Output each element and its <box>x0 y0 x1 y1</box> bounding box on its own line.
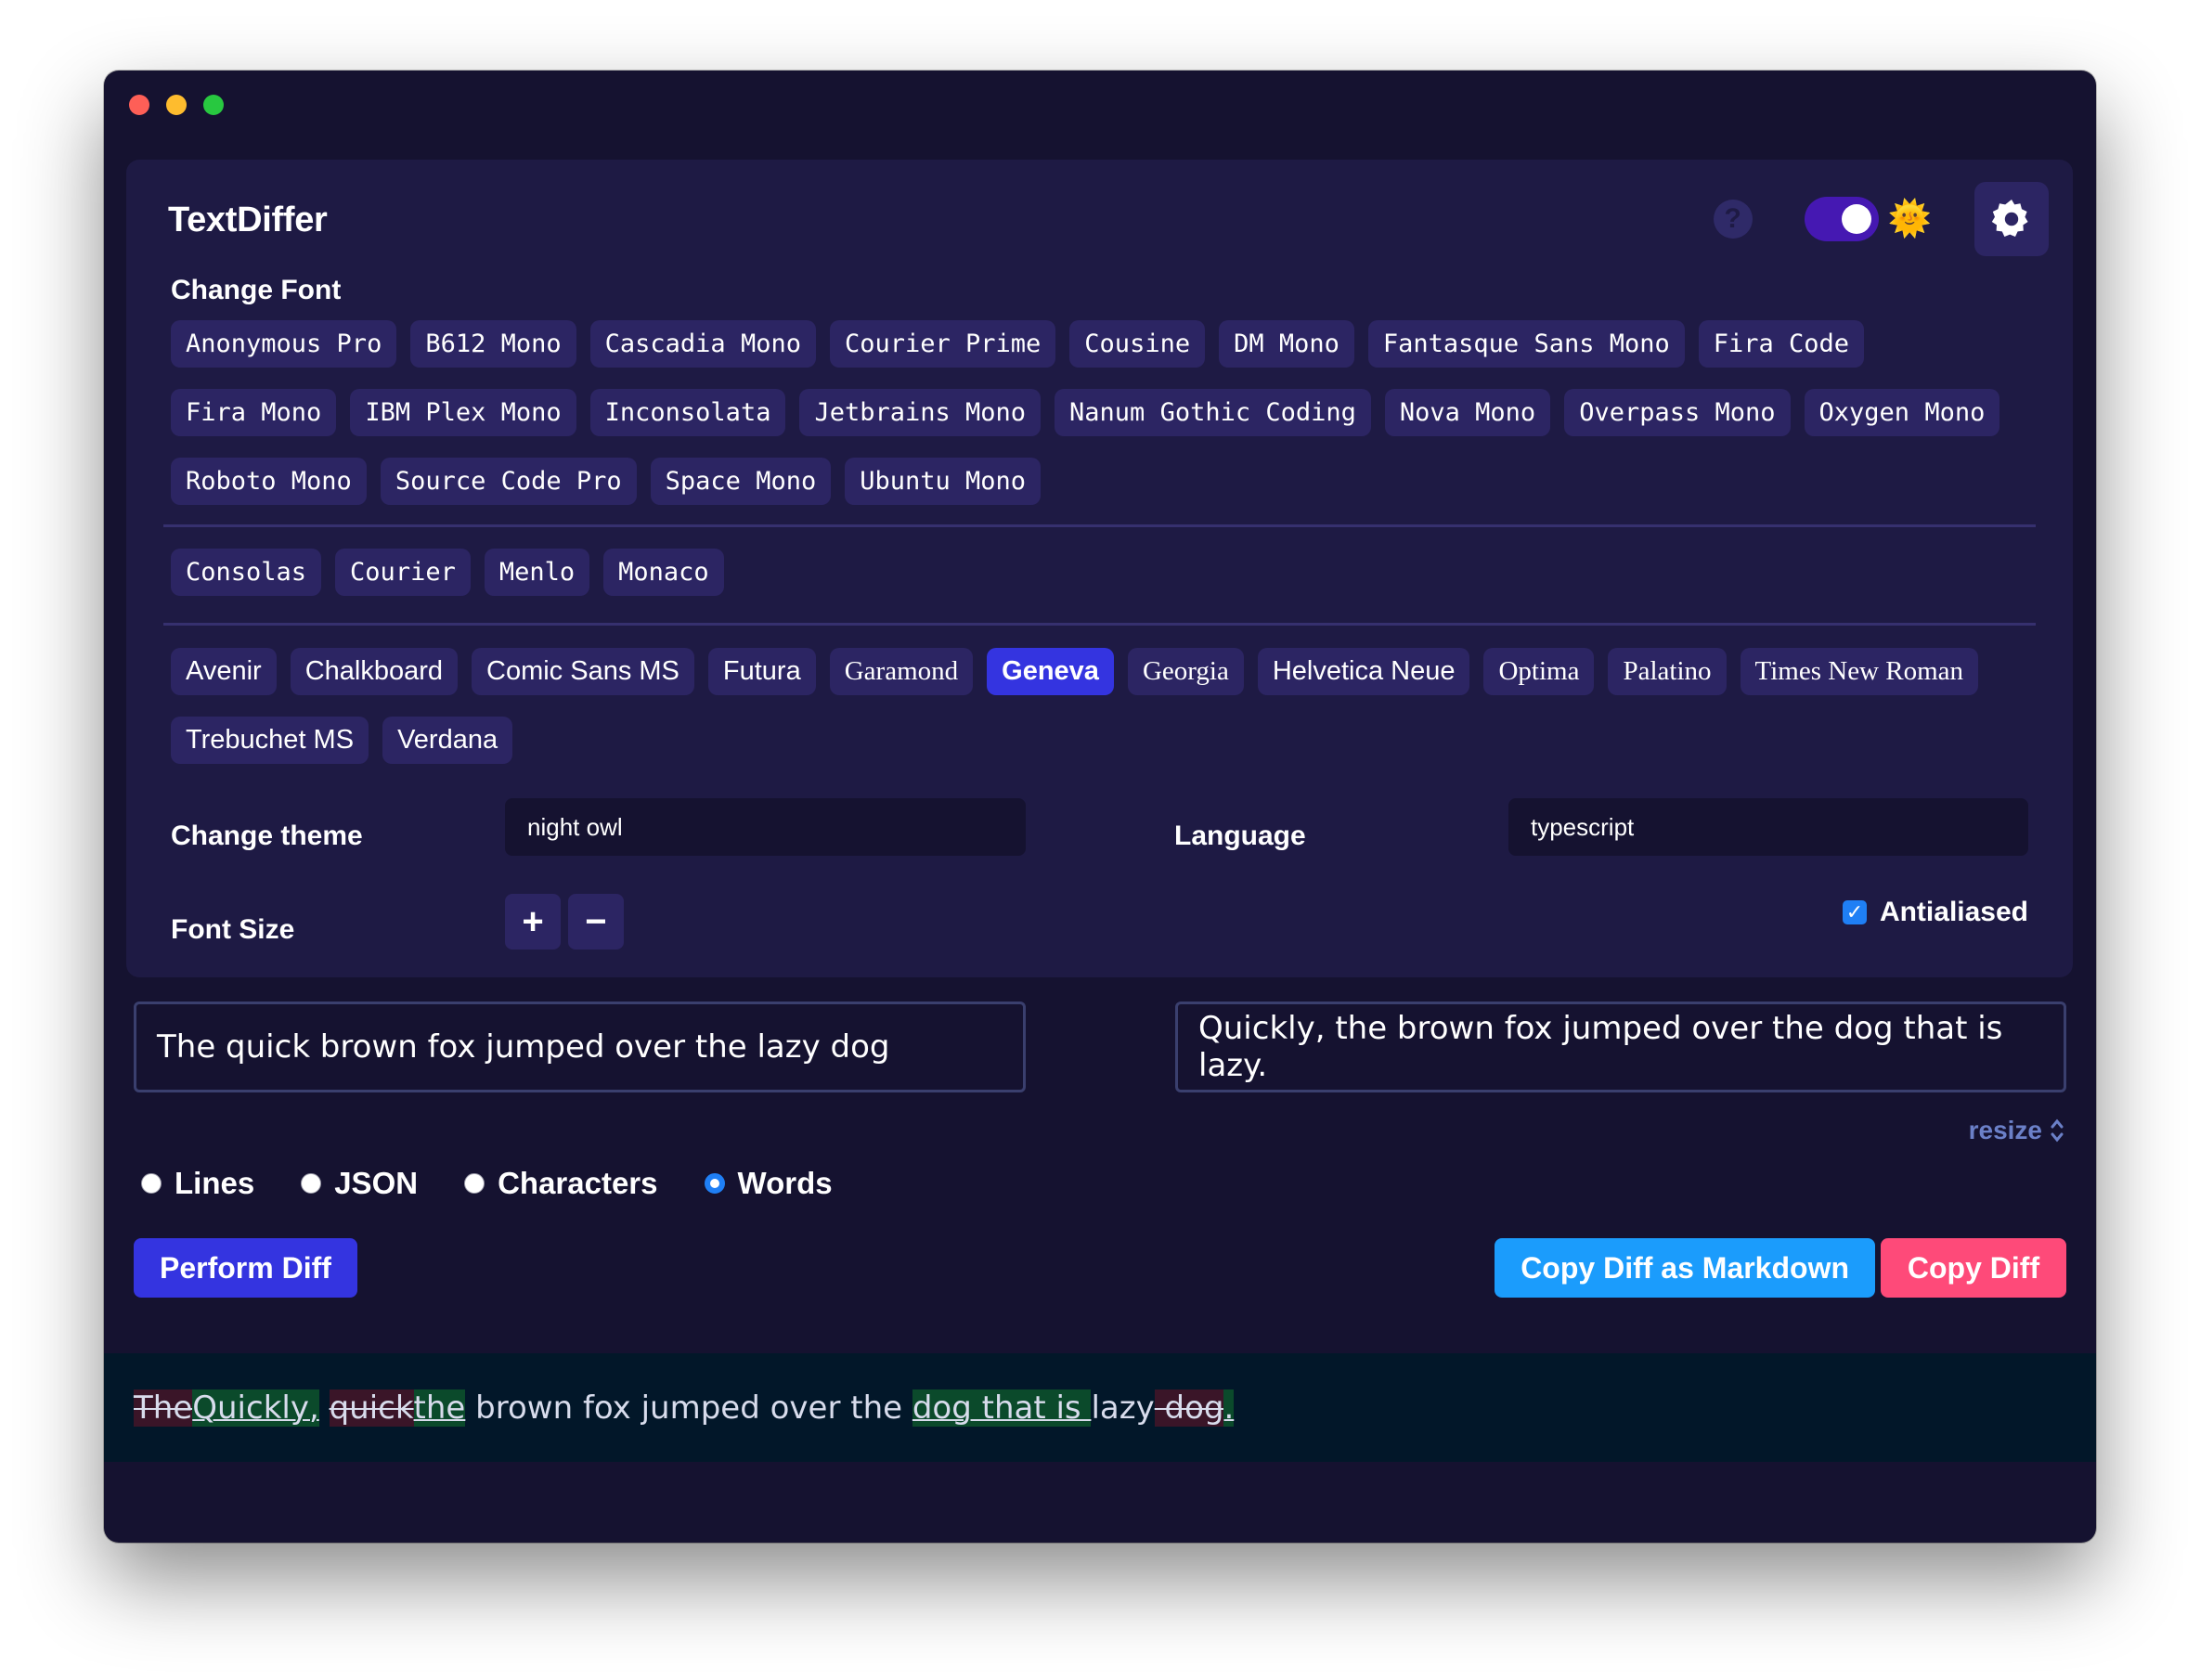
font-option-source-code-pro[interactable]: Source Code Pro <box>380 458 637 505</box>
radio-json[interactable] <box>301 1173 322 1194</box>
settings-panel: TextDiffer ? 🌞 Change Font Anonymous Pro… <box>126 160 2073 977</box>
diff-added-text: Quickly, <box>192 1389 319 1427</box>
radio-label: Words <box>737 1166 833 1200</box>
perform-diff-button[interactable]: Perform Diff <box>134 1238 357 1298</box>
diff-unchanged-text: lazy <box>1091 1389 1155 1427</box>
font-size-label: Font Size <box>171 914 295 945</box>
divider <box>163 524 2036 527</box>
diff-added-text: . <box>1223 1389 1235 1427</box>
font-option-cascadia-mono[interactable]: Cascadia Mono <box>589 320 816 368</box>
change-theme-label: Change theme <box>171 821 363 851</box>
theme-toggle[interactable] <box>1804 197 1879 241</box>
gear-icon <box>1991 200 2028 237</box>
font-option-courier[interactable]: Courier <box>335 549 471 596</box>
font-option-menlo[interactable]: Menlo <box>484 549 590 596</box>
mode-option-json[interactable]: JSON <box>301 1166 418 1201</box>
minimize-window-button[interactable] <box>166 95 187 115</box>
font-option-avenir[interactable]: Avenir <box>171 648 277 695</box>
font-option-consolas[interactable]: Consolas <box>171 549 322 596</box>
font-option-oxygen-mono[interactable]: Oxygen Mono <box>1804 389 2000 436</box>
diff-removed-text: The <box>134 1389 193 1427</box>
mode-option-characters[interactable]: Characters <box>464 1166 658 1201</box>
radio-label: Characters <box>498 1166 658 1200</box>
diff-mode-group: Lines JSON Characters Words <box>141 1166 833 1201</box>
font-option-dm-mono[interactable]: DM Mono <box>1219 320 1354 368</box>
font-option-geneva[interactable]: Geneva <box>987 648 1114 695</box>
close-window-button[interactable] <box>129 95 149 115</box>
diff-output: The Quickly, quick the brown fox jumped ov… <box>104 1353 2096 1462</box>
theme-select[interactable]: night owl <box>505 798 1026 856</box>
font-option-futura[interactable]: Futura <box>707 648 816 695</box>
resize-button[interactable]: resize <box>1969 1116 2064 1145</box>
diff-removed-text: quick <box>329 1389 414 1427</box>
copy-diff-markdown-button[interactable]: Copy Diff as Markdown <box>1495 1238 1875 1298</box>
font-option-anonymous-pro[interactable]: Anonymous Pro <box>171 320 397 368</box>
changed-text-input[interactable]: Quickly, the brown fox jumped over the d… <box>1175 1002 2066 1092</box>
diff-unchanged-text <box>319 1389 330 1427</box>
radio-label: JSON <box>334 1166 419 1200</box>
system-font-list: Avenir Chalkboard Comic Sans MS Futura Garam… <box>171 648 2028 764</box>
system-mono-font-list: Consolas Courier Menlo Monaco <box>171 549 2028 596</box>
font-option-monaco[interactable]: Monaco <box>603 549 724 596</box>
diff-unchanged-text: brown fox jumped over the <box>465 1389 912 1427</box>
font-option-fantasque-sans-mono[interactable]: Fantasque Sans Mono <box>1367 320 1685 368</box>
maximize-window-button[interactable] <box>203 95 224 115</box>
diff-added-text: the <box>413 1389 466 1427</box>
radio-words[interactable] <box>704 1173 725 1194</box>
radio-label: Lines <box>175 1166 255 1200</box>
font-option-fira-code[interactable]: Fira Code <box>1698 320 1865 368</box>
font-option-ibm-plex-mono[interactable]: IBM Plex Mono <box>350 389 576 436</box>
mode-option-words[interactable]: Words <box>704 1166 833 1201</box>
font-option-trebuchet-ms[interactable]: Trebuchet MS <box>171 717 369 764</box>
toggle-knob <box>1841 204 1871 234</box>
font-option-palatino[interactable]: Palatino <box>1608 648 1727 695</box>
app-window: TextDiffer ? 🌞 Change Font Anonymous Pro… <box>104 71 2096 1543</box>
decrease-font-size-button[interactable]: − <box>568 894 624 950</box>
font-option-inconsolata[interactable]: Inconsolata <box>589 389 786 436</box>
divider <box>163 623 2036 626</box>
font-option-overpass-mono[interactable]: Overpass Mono <box>1564 389 1791 436</box>
font-option-cousine[interactable]: Cousine <box>1069 320 1206 368</box>
font-option-optima[interactable]: Optima <box>1483 648 1595 695</box>
font-option-jetbrains-mono[interactable]: Jetbrains Mono <box>799 389 1042 436</box>
font-option-chalkboard[interactable]: Chalkboard <box>290 648 459 695</box>
font-option-nova-mono[interactable]: Nova Mono <box>1384 389 1551 436</box>
antialiased-option[interactable]: ✓ Antialiased <box>1842 897 2028 928</box>
font-option-fira-mono[interactable]: Fira Mono <box>171 389 337 436</box>
font-option-nanum-gothic-coding[interactable]: Nanum Gothic Coding <box>1055 389 1371 436</box>
increase-font-size-button[interactable]: + <box>505 894 561 950</box>
diff-added-text: dog that is <box>912 1389 1092 1427</box>
sun-icon: 🌞 <box>1887 200 1932 239</box>
font-option-ubuntu-mono[interactable]: Ubuntu Mono <box>845 458 1042 505</box>
language-label: Language <box>1174 821 1306 851</box>
radio-lines[interactable] <box>141 1173 162 1194</box>
font-option-comic-sans-ms[interactable]: Comic Sans MS <box>472 648 694 695</box>
resize-label: resize <box>1968 1116 2042 1144</box>
font-option-b612-mono[interactable]: B612 Mono <box>410 320 576 368</box>
antialiased-checkbox[interactable]: ✓ <box>1842 900 1867 924</box>
font-option-helvetica-neue[interactable]: Helvetica Neue <box>1257 648 1470 695</box>
font-option-space-mono[interactable]: Space Mono <box>650 458 832 505</box>
chevron-up-down-icon <box>2051 1118 2064 1143</box>
language-select[interactable]: typescript <box>1508 798 2028 856</box>
mode-option-lines[interactable]: Lines <box>141 1166 254 1201</box>
window-controls <box>129 95 224 115</box>
font-option-verdana[interactable]: Verdana <box>382 717 513 764</box>
font-option-times-new-roman[interactable]: Times New Roman <box>1740 648 1979 695</box>
radio-characters[interactable] <box>464 1173 485 1194</box>
change-font-label: Change Font <box>171 275 342 305</box>
diff-removed-text: dog <box>1154 1389 1224 1427</box>
antialiased-label: Antialiased <box>1879 897 2028 927</box>
copy-diff-button[interactable]: Copy Diff <box>1881 1238 2066 1298</box>
font-option-courier-prime[interactable]: Courier Prime <box>829 320 1056 368</box>
header-controls: ? 🌞 <box>1713 182 2049 256</box>
font-option-roboto-mono[interactable]: Roboto Mono <box>171 458 367 505</box>
original-text-input[interactable]: The quick brown fox jumped over the lazy… <box>134 1002 1026 1092</box>
help-icon[interactable]: ? <box>1713 200 1753 239</box>
settings-button[interactable] <box>1974 182 2049 256</box>
web-mono-font-list: Anonymous Pro B612 Mono Cascadia Mono Couri… <box>171 320 2028 505</box>
app-title: TextDiffer <box>168 200 328 239</box>
font-option-garamond[interactable]: Garamond <box>829 648 974 695</box>
font-option-georgia[interactable]: Georgia <box>1127 648 1244 695</box>
